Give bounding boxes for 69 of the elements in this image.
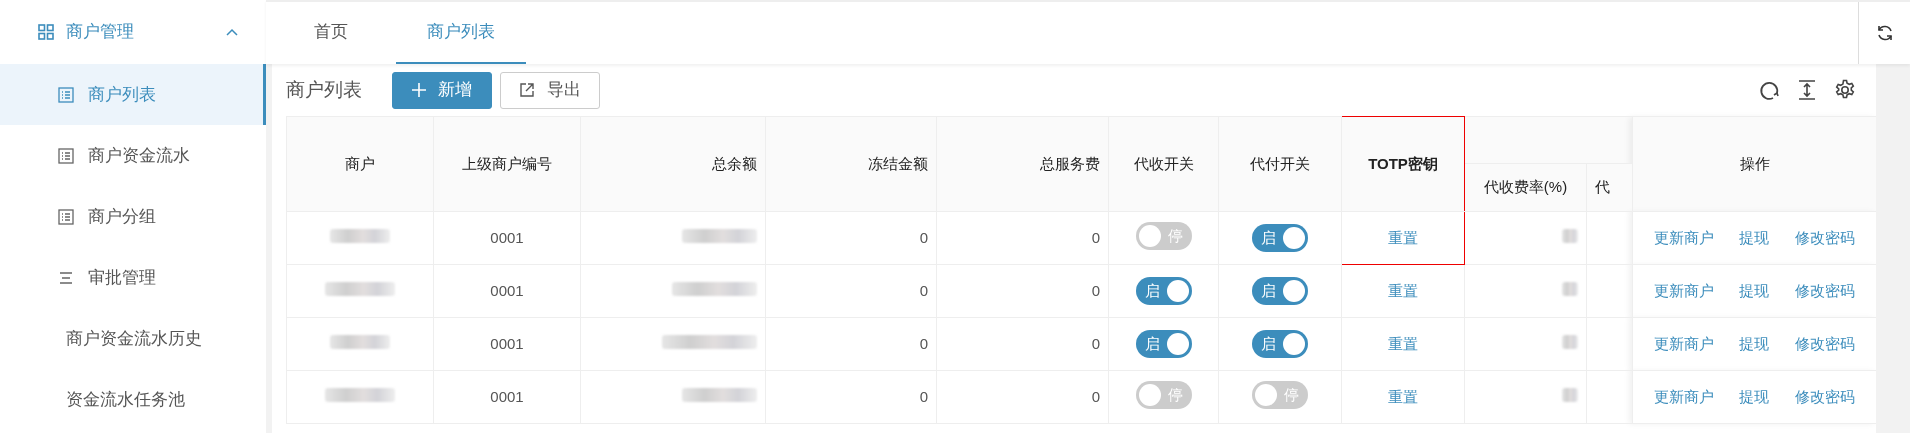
column-header: TOTP密钥: [1341, 116, 1465, 212]
settings-icon[interactable]: [1834, 79, 1856, 101]
sidebar-item[interactable]: 商户资金流水: [0, 125, 266, 186]
export-button[interactable]: 导出: [500, 71, 600, 109]
add-button[interactable]: 新增: [392, 71, 492, 109]
table-cell: 0: [936, 211, 1109, 265]
sidebar-item[interactable]: 商户资金流水历史: [0, 308, 266, 369]
refresh-button[interactable]: [1858, 2, 1910, 64]
list-icon: [58, 86, 74, 103]
export-icon: [519, 82, 535, 98]
tab[interactable]: 首页: [266, 2, 396, 64]
table-cell: 0: [936, 264, 1109, 318]
action-link[interactable]: 更新商户: [1653, 332, 1714, 356]
menu-group[interactable]: 商户管理: [0, 0, 266, 64]
toggle-switch[interactable]: 启: [1252, 330, 1308, 358]
plus-icon: [412, 83, 426, 97]
action-link[interactable]: 更新商户: [1653, 279, 1714, 303]
action-link[interactable]: 修改密码: [1795, 279, 1856, 303]
column-header: 代付开关: [1218, 116, 1342, 212]
page-title: 商户列表: [286, 77, 362, 102]
sidebar-item[interactable]: 资金流水任务池: [0, 369, 266, 430]
reset-link[interactable]: 重置: [1388, 281, 1418, 299]
column-header: 商户: [286, 116, 434, 212]
refresh-icon: [1875, 24, 1894, 42]
toggle-switch[interactable]: 启: [1252, 277, 1308, 305]
toggle-switch[interactable]: 启: [1135, 330, 1192, 358]
action-link[interactable]: 提现: [1739, 279, 1770, 303]
action-link[interactable]: 提现: [1739, 226, 1770, 250]
action-link[interactable]: 修改密码: [1795, 226, 1856, 250]
column-header: 冻结金额: [765, 116, 937, 212]
sidebar-item[interactable]: 商户列表: [0, 64, 266, 125]
action-link[interactable]: 更新商户: [1653, 226, 1714, 250]
column-header: 上级商户编号: [433, 116, 581, 212]
table-cell: 0: [936, 370, 1109, 424]
column-header: 代收费率(%): [1464, 163, 1587, 212]
table-cell: 0001: [433, 317, 581, 371]
table-cell: 0: [765, 264, 937, 318]
column-header: 总服务费: [936, 116, 1109, 212]
table-cell: 0: [765, 370, 937, 424]
table-cell: 0: [936, 317, 1109, 371]
table-cell: 0001: [433, 370, 581, 424]
toggle-switch[interactable]: 启: [1252, 224, 1308, 252]
list-icon: [58, 147, 74, 164]
action-link[interactable]: 修改密码: [1795, 385, 1856, 409]
column-header: 总余额: [580, 116, 766, 212]
sidebar-item[interactable]: 商户分组: [0, 186, 266, 247]
column-height-icon[interactable]: [1796, 79, 1818, 101]
action-link[interactable]: 修改密码: [1795, 332, 1856, 356]
list-icon: [58, 208, 74, 225]
grid-icon: [38, 24, 54, 40]
reload-icon[interactable]: [1758, 79, 1780, 101]
action-link[interactable]: 提现: [1739, 332, 1770, 356]
table-cell: 0: [765, 211, 937, 265]
chevron-up-icon: [226, 28, 238, 36]
sidebar-item[interactable]: 审批管理: [0, 247, 266, 308]
reset-link[interactable]: 重置: [1388, 334, 1418, 352]
menu-group-label: 商户管理: [66, 21, 134, 44]
column-header: 代: [1586, 163, 1633, 212]
column-header: 代收开关: [1108, 116, 1219, 212]
menu-icon: [58, 269, 74, 286]
column-header: 操作: [1632, 116, 1876, 212]
toggle-switch[interactable]: 启: [1135, 277, 1192, 305]
action-link[interactable]: 提现: [1739, 385, 1770, 409]
reset-link[interactable]: 重置: [1388, 387, 1418, 405]
reset-link[interactable]: 重置: [1388, 228, 1418, 246]
table-cell: 0001: [433, 211, 581, 265]
table-cell: 0001: [433, 264, 581, 318]
table-cell: 0: [765, 317, 937, 371]
action-link[interactable]: 更新商户: [1653, 385, 1714, 409]
